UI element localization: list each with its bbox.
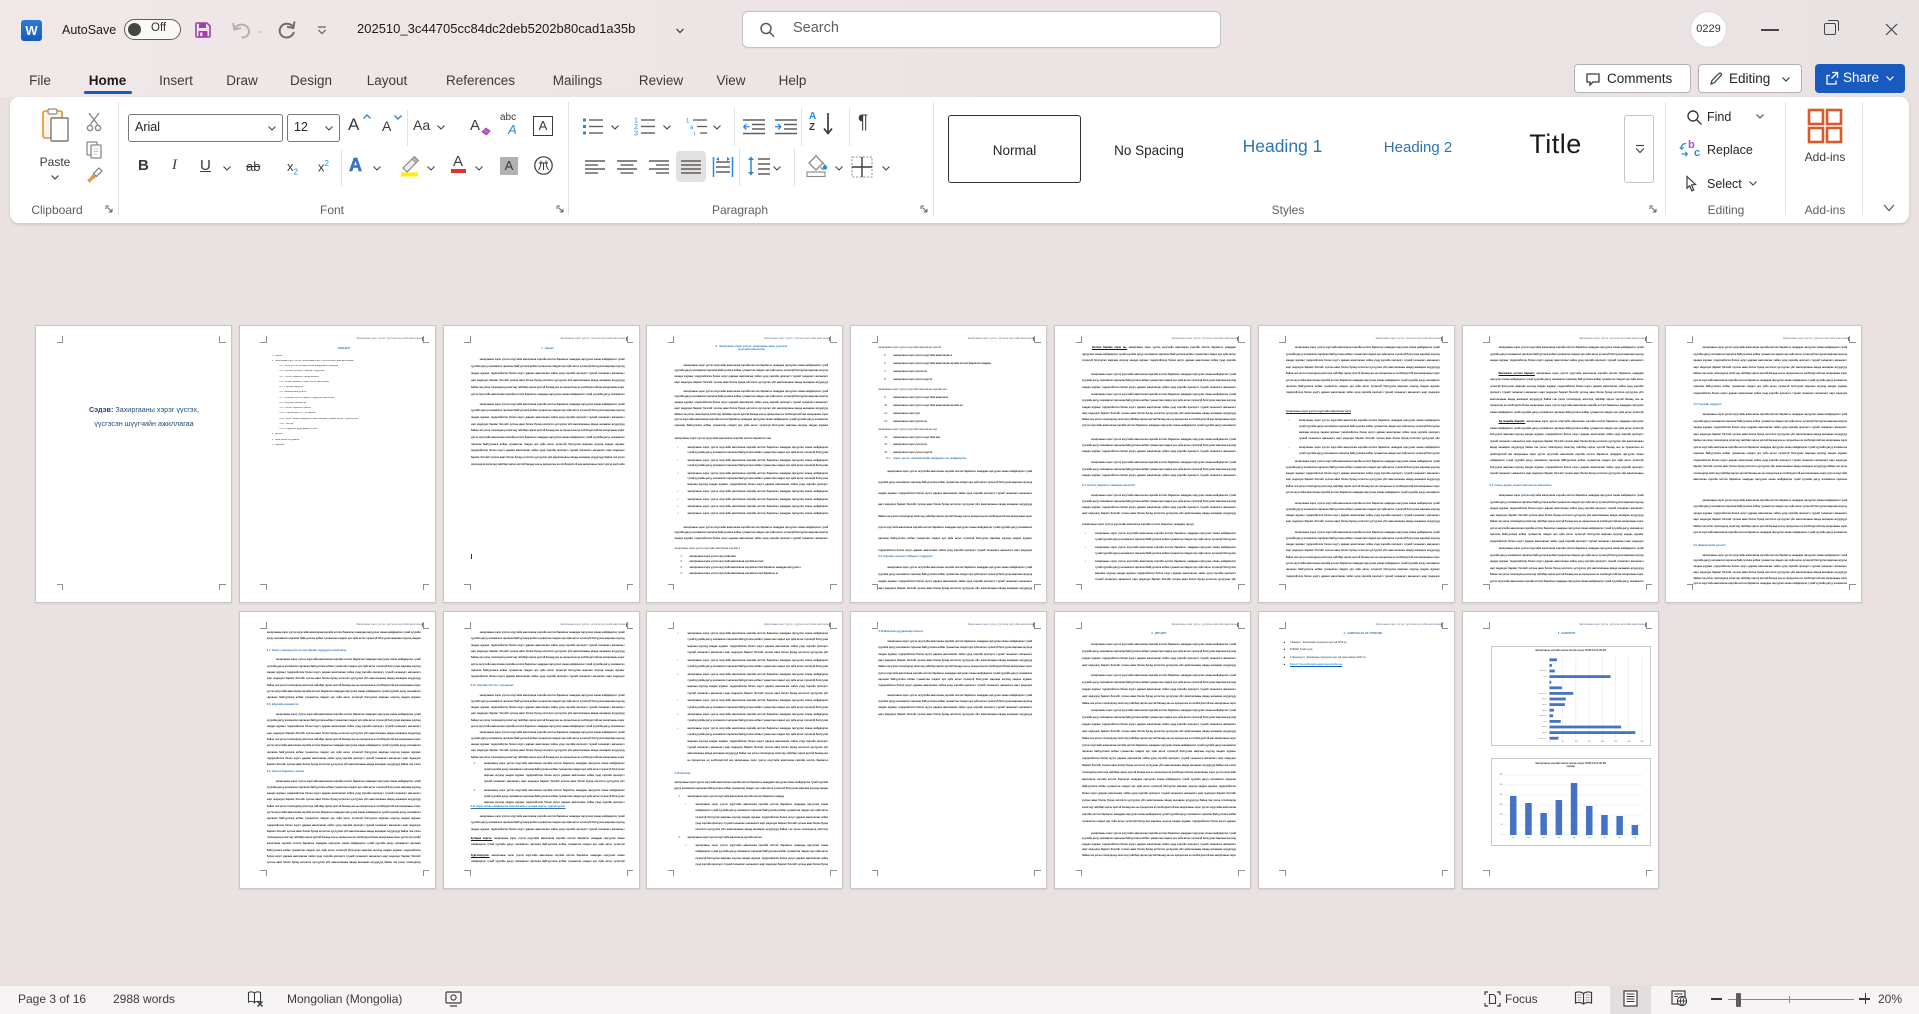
svg-text:a: a: [690, 125, 694, 131]
svg-text:1: 1: [686, 119, 690, 125]
svg-text:3: 3: [634, 131, 638, 138]
svg-text:i: i: [694, 132, 695, 138]
